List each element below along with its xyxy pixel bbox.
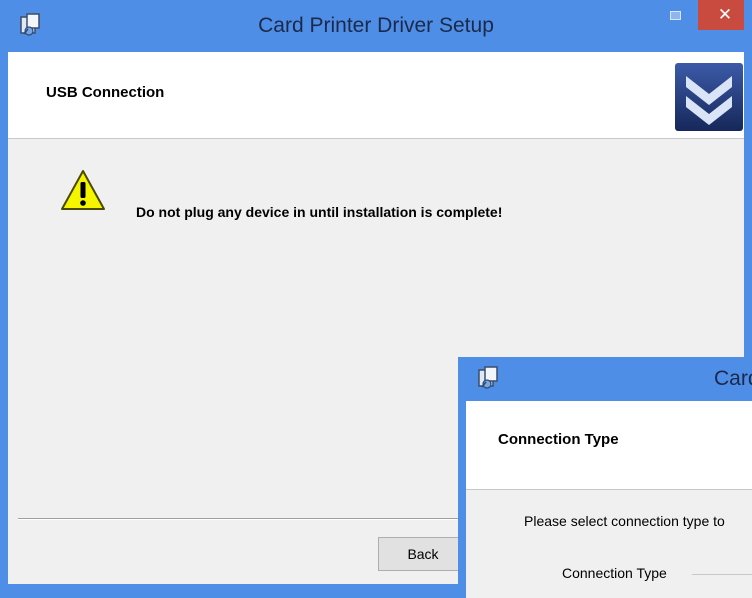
wizard-header: USB Connection (8, 52, 744, 139)
second-window-title: Card (714, 367, 752, 390)
connection-type-window: Card Connection Type Please select conne… (458, 357, 752, 598)
groupbox-line (692, 574, 752, 575)
back-button[interactable]: Back (378, 537, 468, 571)
close-button[interactable]: ✕ (698, 0, 744, 30)
close-icon: ✕ (717, 5, 733, 24)
installer-logo-icon (675, 63, 743, 131)
warning-message: Do not plug any device in until installa… (136, 204, 503, 220)
second-page-title: Connection Type (498, 431, 619, 448)
title-bar[interactable]: Card Printer Driver Setup ✕ (8, 0, 744, 52)
setup-app-icon (478, 366, 498, 389)
page-title: USB Connection (46, 84, 165, 101)
window-title: Card Printer Driver Setup (258, 14, 494, 37)
minimize-button[interactable] (654, 0, 696, 30)
minimize-icon (669, 10, 681, 20)
second-wizard-header: Connection Type (466, 401, 752, 490)
connection-instruction: Please select connection type to (524, 513, 725, 529)
warning-icon (61, 170, 105, 210)
connection-type-label: Connection Type (562, 565, 667, 581)
second-title-bar[interactable]: Card (466, 357, 752, 401)
